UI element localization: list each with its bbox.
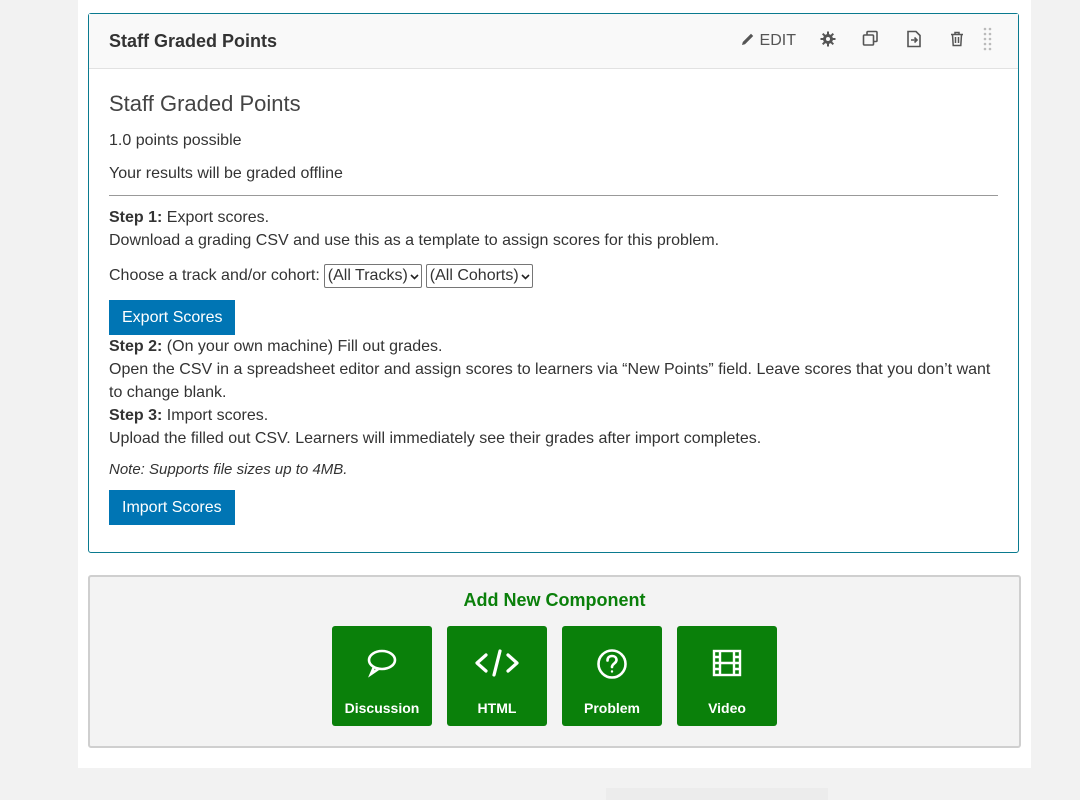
add-discussion-button[interactable]: Discussion <box>332 626 432 726</box>
problem-title: Staff Graded Points <box>109 91 301 116</box>
drag-handle[interactable] <box>978 26 998 56</box>
step2-line: Step 2: (On your own machine) Fill out g… <box>109 335 998 358</box>
drag-handle-icon <box>983 27 993 56</box>
tile-label-discussion: Discussion <box>344 700 420 716</box>
track-prompt: Choose a track and/or cohort: <box>109 267 320 284</box>
cohort-select[interactable]: (All Cohorts) <box>425 264 533 288</box>
component-body: Staff Graded Points 1.0 points possible … <box>89 69 1018 525</box>
step1-text: Export scores. <box>166 209 270 226</box>
export-scores-button[interactable]: Export Scores <box>109 300 236 335</box>
import-scores-button[interactable]: Import Scores <box>109 490 235 525</box>
add-html-button[interactable]: HTML <box>447 626 547 726</box>
file-size-note: Note: Supports file sizes up to 4MB. <box>109 461 348 478</box>
edit-button[interactable]: EDIT <box>731 26 806 56</box>
add-new-component-panel: Add New Component Discussion HTML Proble… <box>88 575 1021 748</box>
add-video-button[interactable]: Video <box>677 626 777 726</box>
gear-icon <box>820 31 836 52</box>
move-icon <box>906 30 922 53</box>
settings-button[interactable] <box>806 26 849 56</box>
delete-button[interactable] <box>935 26 978 56</box>
step2-label: Step 2: <box>109 338 163 355</box>
staff-graded-component: Staff Graded Points EDIT Staff Graded Po… <box>88 13 1019 553</box>
step1-line: Step 1: Export scores. <box>109 206 998 229</box>
track-cohort-row: Choose a track and/or cohort: (All Track… <box>109 264 998 288</box>
step2-text: (On your own machine) Fill out grades. <box>166 338 443 355</box>
edit-label: EDIT <box>759 32 796 49</box>
move-button[interactable] <box>892 26 935 56</box>
pencil-icon <box>741 32 755 51</box>
duplicate-icon <box>862 30 879 52</box>
points-possible: 1.0 points possible <box>109 132 242 149</box>
step3-label: Step 3: <box>109 407 163 424</box>
component-actions: EDIT <box>731 26 998 56</box>
chevron-down-icon <box>521 267 530 285</box>
component-header-title: Staff Graded Points <box>109 30 278 51</box>
add-new-component-title: Add New Component <box>463 590 646 610</box>
cohort-select-value: (All Cohorts) <box>429 267 519 284</box>
divider <box>109 195 998 196</box>
add-problem-button[interactable]: Problem <box>562 626 662 726</box>
tile-label-problem: Problem <box>583 700 640 716</box>
step3-description: Upload the filled out CSV. Learners will… <box>109 430 762 447</box>
film-icon <box>712 626 742 683</box>
step3-line: Step 3: Import scores. <box>109 404 998 427</box>
step2-description: Open the CSV in a spreadsheet editor and… <box>109 361 991 401</box>
graded-offline-text: Your results will be graded offline <box>109 165 343 182</box>
footer-fragment <box>606 788 828 800</box>
chevron-down-icon <box>410 267 419 285</box>
component-tiles: Discussion HTML Problem Video <box>90 626 1019 726</box>
step1-label: Step 1: <box>109 209 163 226</box>
track-select-value: (All Tracks) <box>327 267 408 284</box>
component-header: Staff Graded Points EDIT <box>89 14 1018 69</box>
question-circle-icon <box>596 626 628 685</box>
code-icon <box>474 626 520 683</box>
step3-text: Import scores. <box>166 407 269 424</box>
speech-bubble-icon <box>366 626 398 683</box>
trash-icon <box>950 31 964 52</box>
tile-label-html: HTML <box>477 700 517 716</box>
track-select[interactable]: (All Tracks) <box>323 264 422 288</box>
tile-label-video: Video <box>708 700 746 716</box>
step1-description: Download a grading CSV and use this as a… <box>109 232 720 249</box>
duplicate-button[interactable] <box>849 26 892 56</box>
